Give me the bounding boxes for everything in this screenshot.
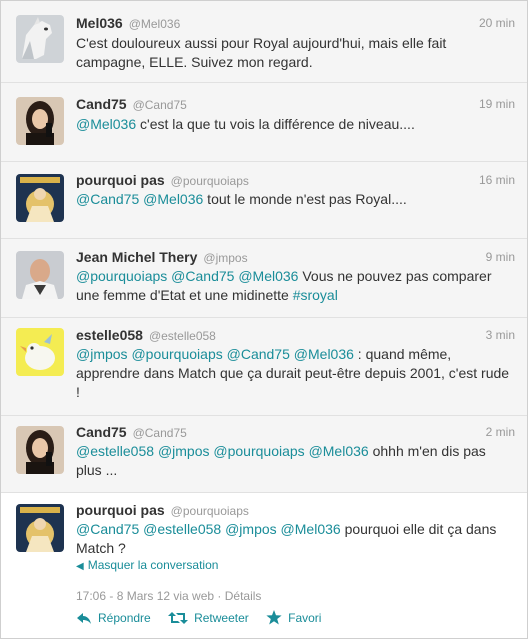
mention-link[interactable]: @Cand75	[76, 191, 139, 207]
author-handle: @Cand75	[132, 426, 187, 440]
tweet-meta: 17:06 - 8 Mars 12 via web · Détails	[76, 589, 262, 603]
tweet-text-segment: C'est douloureux aussi pour Royal aujour…	[76, 35, 447, 70]
tweet-text: @Cand75 @Mel036 tout le monde n'est pas …	[76, 190, 515, 209]
reply-label: Répondre	[98, 611, 151, 625]
mention-link[interactable]: @Mel036	[238, 268, 298, 284]
mention-link[interactable]: @estelle058	[143, 521, 221, 537]
tweet-text: @estelle058 @jmpos @pourquoiaps @Mel036 …	[76, 442, 515, 480]
author-handle: @pourquoiaps	[170, 174, 249, 188]
mention-link[interactable]: @jmpos	[76, 346, 128, 362]
mention-link[interactable]: @Mel036	[281, 521, 341, 537]
tweet-text-segment: c'est la que tu vois la différence de ni…	[136, 116, 415, 132]
tweet-text-segment: tout le monde n'est pas Royal....	[203, 191, 407, 207]
mention-link[interactable]: @Cand75	[171, 268, 234, 284]
collapse-arrow-icon: ◀	[76, 561, 84, 572]
mention-link[interactable]: @Cand75	[227, 346, 290, 362]
retweet-label: Retweeter	[194, 611, 249, 625]
tweet-time[interactable]: 19 min	[479, 97, 515, 111]
mention-link[interactable]: @Mel036	[76, 116, 136, 132]
tweet-item[interactable]: pourquoi pas @pourquoiaps 16 min @Cand75 …	[1, 162, 527, 239]
hide-conversation-label: Masquer la conversation	[87, 558, 219, 572]
avatar[interactable]	[16, 15, 64, 63]
reply-icon	[77, 613, 91, 624]
hide-conversation-link[interactable]: ◀ Masquer la conversation	[76, 558, 218, 572]
tweet-time[interactable]: 16 min	[479, 173, 515, 187]
mention-link[interactable]: @jmpos	[225, 521, 277, 537]
avatar[interactable]	[16, 251, 64, 299]
tweet-text: @pourquoiaps @Cand75 @Mel036 Vous ne pou…	[76, 267, 515, 305]
avatar[interactable]	[16, 328, 64, 376]
author-name[interactable]: estelle058	[76, 327, 143, 343]
avatar[interactable]	[16, 97, 64, 145]
author-name[interactable]: pourquoi pas	[76, 172, 165, 188]
author-name[interactable]: Jean Michel Thery	[76, 249, 197, 265]
author-handle: @Cand75	[132, 98, 187, 112]
star-icon	[266, 610, 282, 625]
tweet-actions: Répondre Retweeter Favori	[76, 610, 335, 628]
avatar[interactable]	[16, 174, 64, 222]
favorite-button[interactable]: Favori	[266, 610, 321, 625]
tweet-text: C'est douloureux aussi pour Royal aujour…	[76, 34, 515, 72]
mention-link[interactable]: @pourquoiaps	[131, 346, 222, 362]
mention-link[interactable]: @pourquoiaps	[76, 268, 167, 284]
tweet-item[interactable]: Jean Michel Thery @jmpos 9 min @pourquoia…	[1, 239, 527, 318]
author-handle: @Mel036	[128, 17, 181, 31]
tweet-time[interactable]: 20 min	[479, 16, 515, 30]
tweet-item[interactable]: estelle058 @estelle058 3 min @jmpos @pour…	[1, 318, 527, 416]
mention-link[interactable]: @Cand75	[76, 521, 139, 537]
tweet-time[interactable]: 2 min	[486, 425, 515, 439]
author-handle: @estelle058	[148, 329, 216, 343]
tweet-text: @jmpos @pourquoiaps @Cand75 @Mel036 : qu…	[76, 345, 515, 402]
author-name[interactable]: Cand75	[76, 96, 127, 112]
mention-link[interactable]: @estelle058	[76, 443, 154, 459]
hashtag-link[interactable]: #sroyal	[293, 287, 338, 303]
author-name[interactable]: Cand75	[76, 424, 127, 440]
tweet-item[interactable]: Mel036 @Mel036 20 min C'est douloureux au…	[1, 1, 527, 83]
tweet-item[interactable]: Cand75 @Cand75 2 min @estelle058 @jmpos @…	[1, 416, 527, 493]
mention-link[interactable]: @Mel036	[294, 346, 354, 362]
tweet-time[interactable]: 9 min	[486, 250, 515, 264]
favorite-label: Favori	[288, 610, 322, 625]
retweet-icon	[168, 612, 189, 624]
avatar[interactable]	[16, 426, 64, 474]
reply-button[interactable]: Répondre	[76, 611, 151, 625]
author-handle: @jmpos	[203, 251, 248, 265]
author-name[interactable]: pourquoi pas	[76, 502, 165, 518]
tweet-timeline: Mel036 @Mel036 20 min C'est douloureux au…	[0, 0, 528, 639]
mention-link[interactable]: @Mel036	[309, 443, 369, 459]
tweet-text: @Cand75 @estelle058 @jmpos @Mel036 pourq…	[76, 520, 515, 558]
mention-link[interactable]: @jmpos	[158, 443, 210, 459]
author-name[interactable]: Mel036	[76, 15, 123, 31]
focused-tweet[interactable]: pourquoi pas @pourquoiaps @Cand75 @estell…	[1, 493, 527, 638]
tweet-text: @Mel036 c'est la que tu vois la différen…	[76, 115, 515, 134]
retweet-button[interactable]: Retweeter	[168, 611, 249, 625]
avatar[interactable]	[16, 504, 64, 552]
tweet-time[interactable]: 3 min	[486, 328, 515, 342]
author-handle: @pourquoiaps	[170, 504, 249, 518]
mention-link[interactable]: @pourquoiaps	[213, 443, 304, 459]
mention-link[interactable]: @Mel036	[143, 191, 203, 207]
tweet-item[interactable]: Cand75 @Cand75 19 min @Mel036 c'est la qu…	[1, 83, 527, 162]
